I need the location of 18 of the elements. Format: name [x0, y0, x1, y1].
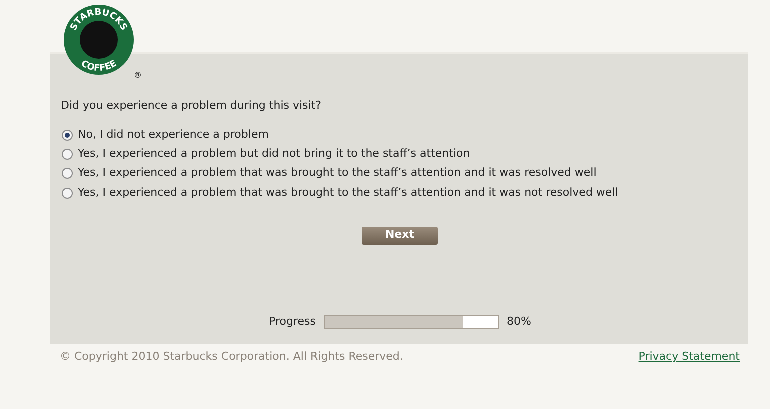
option-label: Yes, I experienced a problem that was brought to the staff’s attention and it was resolved well: [78, 165, 597, 182]
option-label: Yes, I experienced a problem that was brought to the staff’s attention and it was not resolved well: [78, 184, 618, 201]
question-text: Did you experience a problem during this visit?: [61, 98, 322, 114]
progress-reading: 80%: [506, 314, 532, 330]
radio-button[interactable]: [62, 168, 73, 180]
option-label: No, I did not experience a problem: [78, 126, 269, 143]
option-label: Yes, I experienced a problem but did not bring it to the staff’s attention: [78, 146, 470, 162]
radio-button[interactable]: [62, 148, 73, 160]
radio-option[interactable]: Yes, I experienced a problem that was brought to the staff’s attention and it was resolved well: [62, 164, 748, 184]
copyright-text: © Copyright 2010 Starbucks Corporation. All Rights Reserved.: [60, 349, 404, 365]
radio-option[interactable]: Yes, I experienced a problem that was brought to the staff’s attention and it was not resolved well: [62, 183, 748, 203]
radio-button[interactable]: [62, 130, 73, 141]
radio-option[interactable]: No, I did not experience a problem: [62, 126, 748, 145]
radio-option[interactable]: Yes, I experienced a problem but did not bring it to the staff’s attention: [62, 144, 748, 164]
next-button[interactable]: Next: [362, 226, 438, 245]
radio-button[interactable]: [62, 188, 73, 199]
progress-label: Progress: [269, 314, 316, 330]
privacy-link[interactable]: Privacy Statement: [638, 349, 740, 366]
